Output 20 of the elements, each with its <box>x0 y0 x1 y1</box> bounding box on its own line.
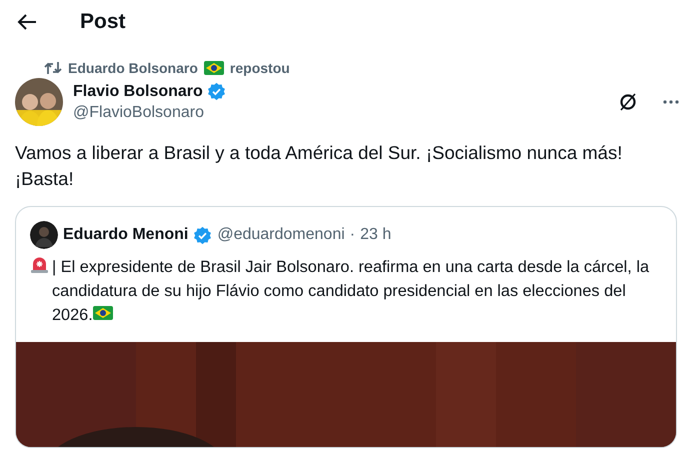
repost-icon <box>44 60 62 76</box>
post-text: Vamos a liberar a Brasil y a toda América del Sur. ¡Socialismo nunca más! ¡Basta! <box>14 141 624 191</box>
quoted-author-handle[interactable]: @eduardomenoni <box>217 226 345 244</box>
brazil-flag-icon <box>204 61 224 75</box>
author-name[interactable]: Flavio Bolsonaro <box>73 82 203 100</box>
avatar[interactable] <box>15 78 63 126</box>
quoted-author-name[interactable]: Eduardo Menoni <box>63 226 188 244</box>
repost-label: repostou <box>230 60 290 76</box>
separator: · <box>350 226 356 244</box>
siren-icon <box>30 255 49 274</box>
more-icon[interactable] <box>662 99 680 105</box>
slashed-circle-icon[interactable] <box>618 92 638 112</box>
brazil-flag-icon <box>92 306 113 320</box>
repost-user[interactable]: Eduardo Bolsonaro <box>68 60 198 76</box>
page-title: Post <box>80 10 126 34</box>
quoted-post-card[interactable] <box>15 206 677 448</box>
quoted-post-text: | El expresidente de Brasil Jair Bolsonaro. reafirma en una carta desde la cárcel, la candidatura de su hijo Flávio como candidato presidencial en las elecciones del 2026. <box>52 257 650 326</box>
quoted-avatar[interactable] <box>30 221 58 249</box>
post-time[interactable]: 23 h <box>360 226 392 244</box>
author-handle[interactable]: @FlavioBolsonaro <box>73 104 608 122</box>
